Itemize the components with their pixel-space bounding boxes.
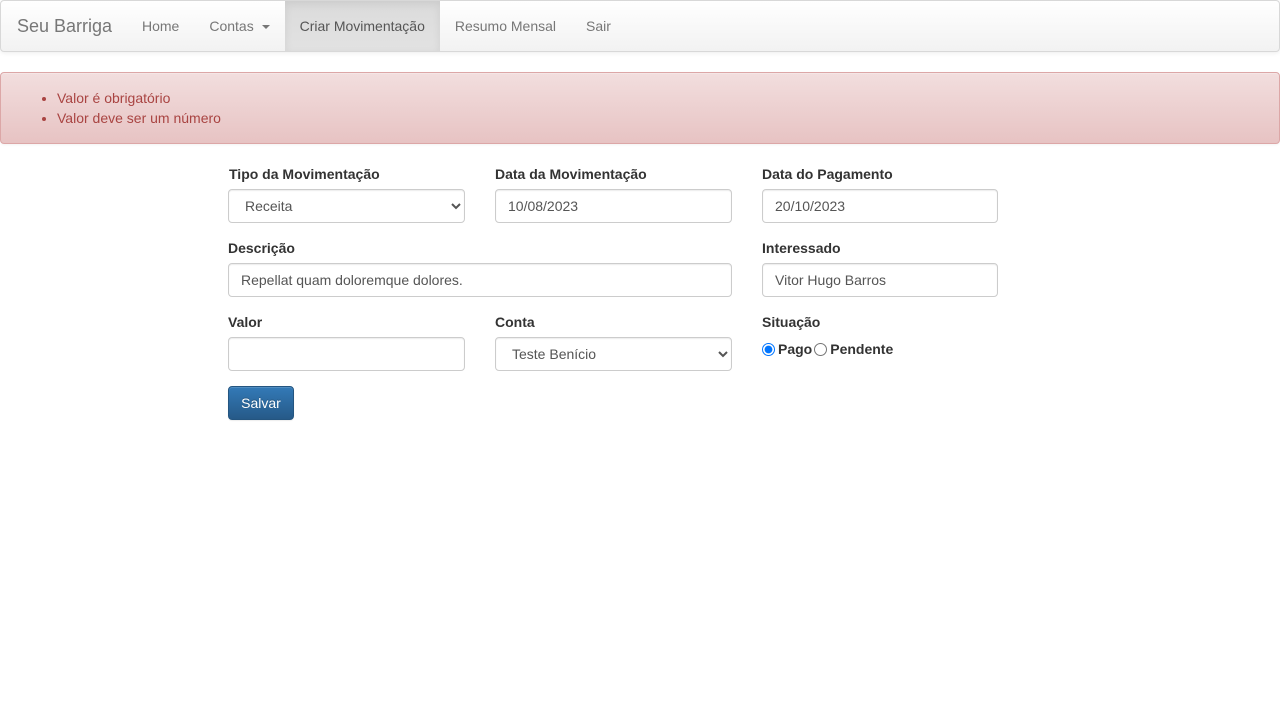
- nav-item-resumo-mensal[interactable]: Resumo Mensal: [440, 1, 571, 51]
- situacao-label: Situação: [762, 314, 821, 330]
- pendente-label: Pendente: [830, 341, 894, 357]
- error-item: Valor deve ser um número: [57, 108, 1279, 128]
- error-list: Valor é obrigatório Valor deve ser um nú…: [1, 73, 1279, 128]
- valor-label: Valor: [228, 314, 263, 330]
- situacao-radio-group: Pago Pendente: [762, 338, 895, 360]
- nav-menu: Home Contas Criar Movimentação Resumo Me…: [127, 1, 626, 51]
- nav-item-label: Criar Movimentação: [299, 18, 425, 34]
- navbar: Seu Barriga Home Contas Criar Movimentaç…: [0, 0, 1280, 52]
- data-pagamento-label: Data do Pagamento: [762, 166, 893, 182]
- nav-item-contas[interactable]: Contas: [194, 1, 284, 51]
- data-movimentacao-input[interactable]: [495, 189, 732, 223]
- descricao-input[interactable]: [228, 263, 732, 297]
- conta-select[interactable]: Teste Benício: [495, 337, 732, 371]
- tipo-label: Tipo da Movimentação: [229, 166, 380, 182]
- data-pagamento-input[interactable]: [762, 189, 998, 223]
- salvar-button[interactable]: Salvar: [228, 386, 294, 420]
- pago-radio[interactable]: [762, 342, 775, 356]
- interessado-label: Interessado: [762, 240, 841, 256]
- nav-item-label: Sair: [586, 18, 611, 34]
- caret-down-icon: [261, 25, 270, 30]
- nav-item-label: Contas: [209, 18, 254, 34]
- nav-item-label: Home: [142, 18, 180, 34]
- tipo-select[interactable]: Receita: [228, 189, 465, 223]
- pendente-radio[interactable]: [814, 342, 828, 356]
- nav-item-home[interactable]: Home: [127, 1, 194, 51]
- error-alert: Valor é obrigatório Valor deve ser um nú…: [0, 72, 1280, 144]
- interessado-input[interactable]: [762, 263, 998, 297]
- valor-input[interactable]: [228, 337, 465, 371]
- pago-label: Pago: [778, 341, 813, 357]
- nav-item-label: Resumo Mensal: [454, 18, 557, 34]
- descricao-label: Descrição: [228, 240, 295, 256]
- situacao-option-pendente[interactable]: Pendente: [814, 341, 893, 357]
- situacao-option-pago[interactable]: Pago: [762, 341, 812, 357]
- conta-label: Conta: [495, 314, 535, 330]
- nav-item-sair[interactable]: Sair: [571, 1, 626, 51]
- brand-link[interactable]: Seu Barriga: [17, 1, 112, 51]
- error-item: Valor é obrigatório: [57, 88, 1279, 108]
- data-movimentacao-label: Data da Movimentação: [495, 166, 647, 182]
- nav-item-criar-movimentacao[interactable]: Criar Movimentação: [284, 1, 440, 51]
